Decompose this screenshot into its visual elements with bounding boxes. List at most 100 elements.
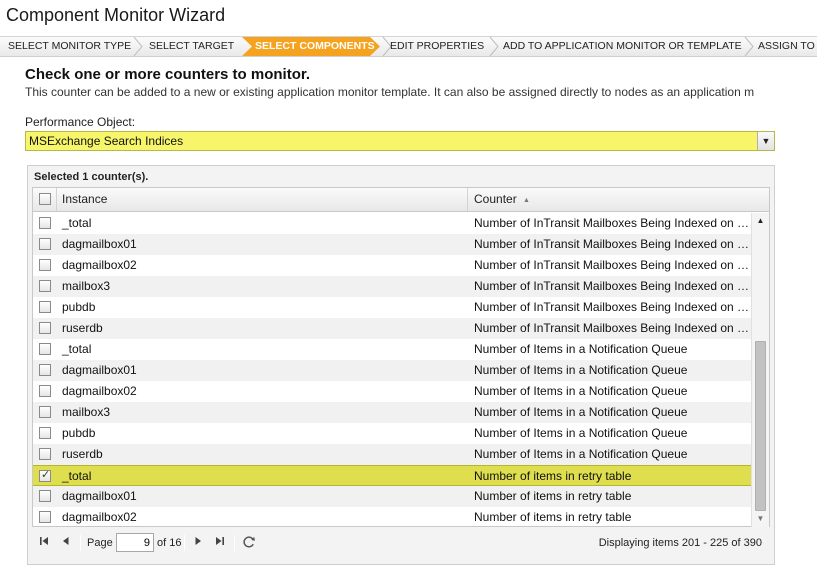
counter-column-header[interactable]: Counter ▲	[468, 188, 750, 211]
instance-cell: ruserdb	[62, 321, 103, 335]
row-checkbox[interactable]	[39, 217, 51, 229]
instance-cell: dagmailbox02	[62, 258, 137, 272]
row-checkbox-cell	[33, 234, 57, 255]
performance-object-label: Performance Object:	[25, 115, 136, 129]
display-range-text: Displaying items 201 - 225 of 390	[598, 537, 762, 549]
pager-separator	[184, 535, 185, 551]
counter-cell: Number of Items in a Notification Queue	[474, 384, 688, 398]
step-add-to-application-monitor[interactable]: ADD TO APPLICATION MONITOR OR TEMPLATE	[503, 37, 742, 56]
step-select-components[interactable]: SELECT COMPONENTS	[255, 37, 375, 56]
row-checkbox[interactable]	[39, 259, 51, 271]
counter-cell: Number of InTransit Mailboxes Being Inde…	[474, 258, 751, 272]
first-page-icon[interactable]	[36, 535, 52, 551]
page-number-input[interactable]	[116, 533, 154, 552]
counter-cell: Number of InTransit Mailboxes Being Inde…	[474, 279, 751, 293]
counter-cell: Number of Items in a Notification Queue	[474, 342, 688, 356]
row-checkbox-cell	[33, 466, 57, 487]
page-label: Page	[87, 537, 113, 549]
counter-cell: Number of Items in a Notification Queue	[474, 426, 688, 440]
row-checkbox-cell	[33, 423, 57, 444]
grid-header: Instance Counter ▲	[33, 188, 769, 212]
counter-cell: Number of InTransit Mailboxes Being Inde…	[474, 216, 751, 230]
row-checkbox[interactable]	[39, 448, 51, 460]
instance-cell: pubdb	[62, 426, 96, 440]
row-checkbox[interactable]	[39, 406, 51, 418]
table-row[interactable]: ruserdb Number of Items in a Notification…	[33, 444, 751, 465]
step-assign-to[interactable]: ASSIGN TO	[758, 37, 815, 56]
row-checkbox-cell	[33, 444, 57, 465]
table-row[interactable]: _total Number of items in retry table	[33, 465, 751, 486]
next-page-icon[interactable]	[190, 535, 206, 551]
instance-cell: dagmailbox01	[62, 489, 137, 503]
row-checkbox[interactable]	[39, 301, 51, 313]
row-checkbox[interactable]	[39, 364, 51, 376]
counter-cell: Number of items in retry table	[474, 489, 632, 503]
table-row[interactable]: mailbox3 Number of Items in a Notificatio…	[33, 402, 751, 423]
scroll-thumb[interactable]	[755, 341, 766, 511]
step-select-target[interactable]: SELECT TARGET	[149, 37, 234, 56]
row-checkbox[interactable]	[39, 322, 51, 334]
counter-cell: Number of Items in a Notification Queue	[474, 405, 688, 419]
counter-cell: Number of items in retry table	[474, 469, 632, 483]
step-edit-properties[interactable]: EDIT PROPERTIES	[390, 37, 484, 56]
instance-cell: pubdb	[62, 300, 96, 314]
step-separator	[489, 37, 499, 56]
table-row[interactable]: _total Number of Items in a Notification …	[33, 339, 751, 360]
selected-count: Selected 1 counter(s).	[34, 171, 149, 183]
select-all-checkbox[interactable]	[39, 193, 51, 205]
table-row[interactable]: dagmailbox01 Number of items in retry tab…	[33, 486, 751, 507]
table-row[interactable]: pubdb Number of InTransit Mailboxes Being…	[33, 297, 751, 318]
table-row[interactable]: dagmailbox02 Number of InTransit Mailboxe…	[33, 255, 751, 276]
chevron-down-icon[interactable]: ▼	[757, 132, 774, 150]
row-checkbox-cell	[33, 255, 57, 276]
instance-cell: _total	[62, 469, 92, 483]
select-all-cell	[33, 188, 57, 211]
row-checkbox-cell	[33, 360, 57, 381]
refresh-icon[interactable]	[241, 535, 257, 551]
table-row[interactable]: mailbox3 Number of InTransit Mailboxes Be…	[33, 276, 751, 297]
performance-object-value: MSExchange Search Indices	[29, 134, 184, 148]
last-page-icon[interactable]	[212, 535, 228, 551]
scroll-up-arrow-icon[interactable]: ▲	[752, 213, 769, 229]
row-checkbox[interactable]	[39, 427, 51, 439]
row-checkbox[interactable]	[39, 343, 51, 355]
instance-cell: dagmailbox02	[62, 510, 137, 524]
table-row[interactable]: dagmailbox01 Number of Items in a Notific…	[33, 360, 751, 381]
row-checkbox[interactable]	[39, 238, 51, 250]
performance-object-select[interactable]: MSExchange Search Indices ▼	[25, 131, 775, 151]
instance-cell: dagmailbox01	[62, 237, 137, 251]
page-heading: Check one or more counters to monitor.	[25, 66, 311, 83]
step-separator	[744, 37, 754, 56]
page-count-label: of 16	[157, 537, 182, 549]
instance-cell: dagmailbox02	[62, 384, 137, 398]
instance-column-header[interactable]: Instance	[57, 188, 468, 211]
row-checkbox[interactable]	[39, 468, 51, 482]
instance-cell: ruserdb	[62, 447, 103, 461]
table-row[interactable]: dagmailbox02 Number of items in retry tab…	[33, 507, 751, 527]
instance-cell: _total	[62, 216, 92, 230]
row-checkbox-cell	[33, 402, 57, 423]
table-row[interactable]: pubdb Number of Items in a Notification Q…	[33, 423, 751, 444]
vertical-scrollbar[interactable]: ▲ ▼	[751, 213, 769, 527]
previous-page-icon[interactable]	[58, 535, 74, 551]
counter-cell: Number of InTransit Mailboxes Being Inde…	[474, 300, 751, 314]
step-select-monitor-type[interactable]: SELECT MONITOR TYPE	[8, 37, 131, 56]
table-row[interactable]: dagmailbox02 Number of Items in a Notific…	[33, 381, 751, 402]
scroll-down-arrow-icon[interactable]: ▼	[752, 511, 769, 527]
table-row[interactable]: ruserdb Number of InTransit Mailboxes Bei…	[33, 318, 751, 339]
row-checkbox-cell	[33, 276, 57, 297]
row-checkbox-cell	[33, 507, 57, 527]
row-checkbox[interactable]	[39, 385, 51, 397]
counter-cell: Number of items in retry table	[474, 510, 632, 524]
row-checkbox-cell	[33, 339, 57, 360]
instance-cell: dagmailbox01	[62, 363, 137, 377]
row-checkbox[interactable]	[39, 490, 51, 502]
instance-cell: mailbox3	[62, 279, 111, 293]
counter-grid: Instance Counter ▲ _total Number of InTra…	[32, 187, 770, 527]
counter-cell: Number of Items in a Notification Queue	[474, 363, 688, 377]
row-checkbox[interactable]	[39, 280, 51, 292]
counter-panel: Selected 1 counter(s). Instance Counter …	[27, 165, 775, 565]
table-row[interactable]: _total Number of InTransit Mailboxes Bein…	[33, 213, 751, 234]
row-checkbox[interactable]	[39, 511, 51, 523]
table-row[interactable]: dagmailbox01 Number of InTransit Mailboxe…	[33, 234, 751, 255]
